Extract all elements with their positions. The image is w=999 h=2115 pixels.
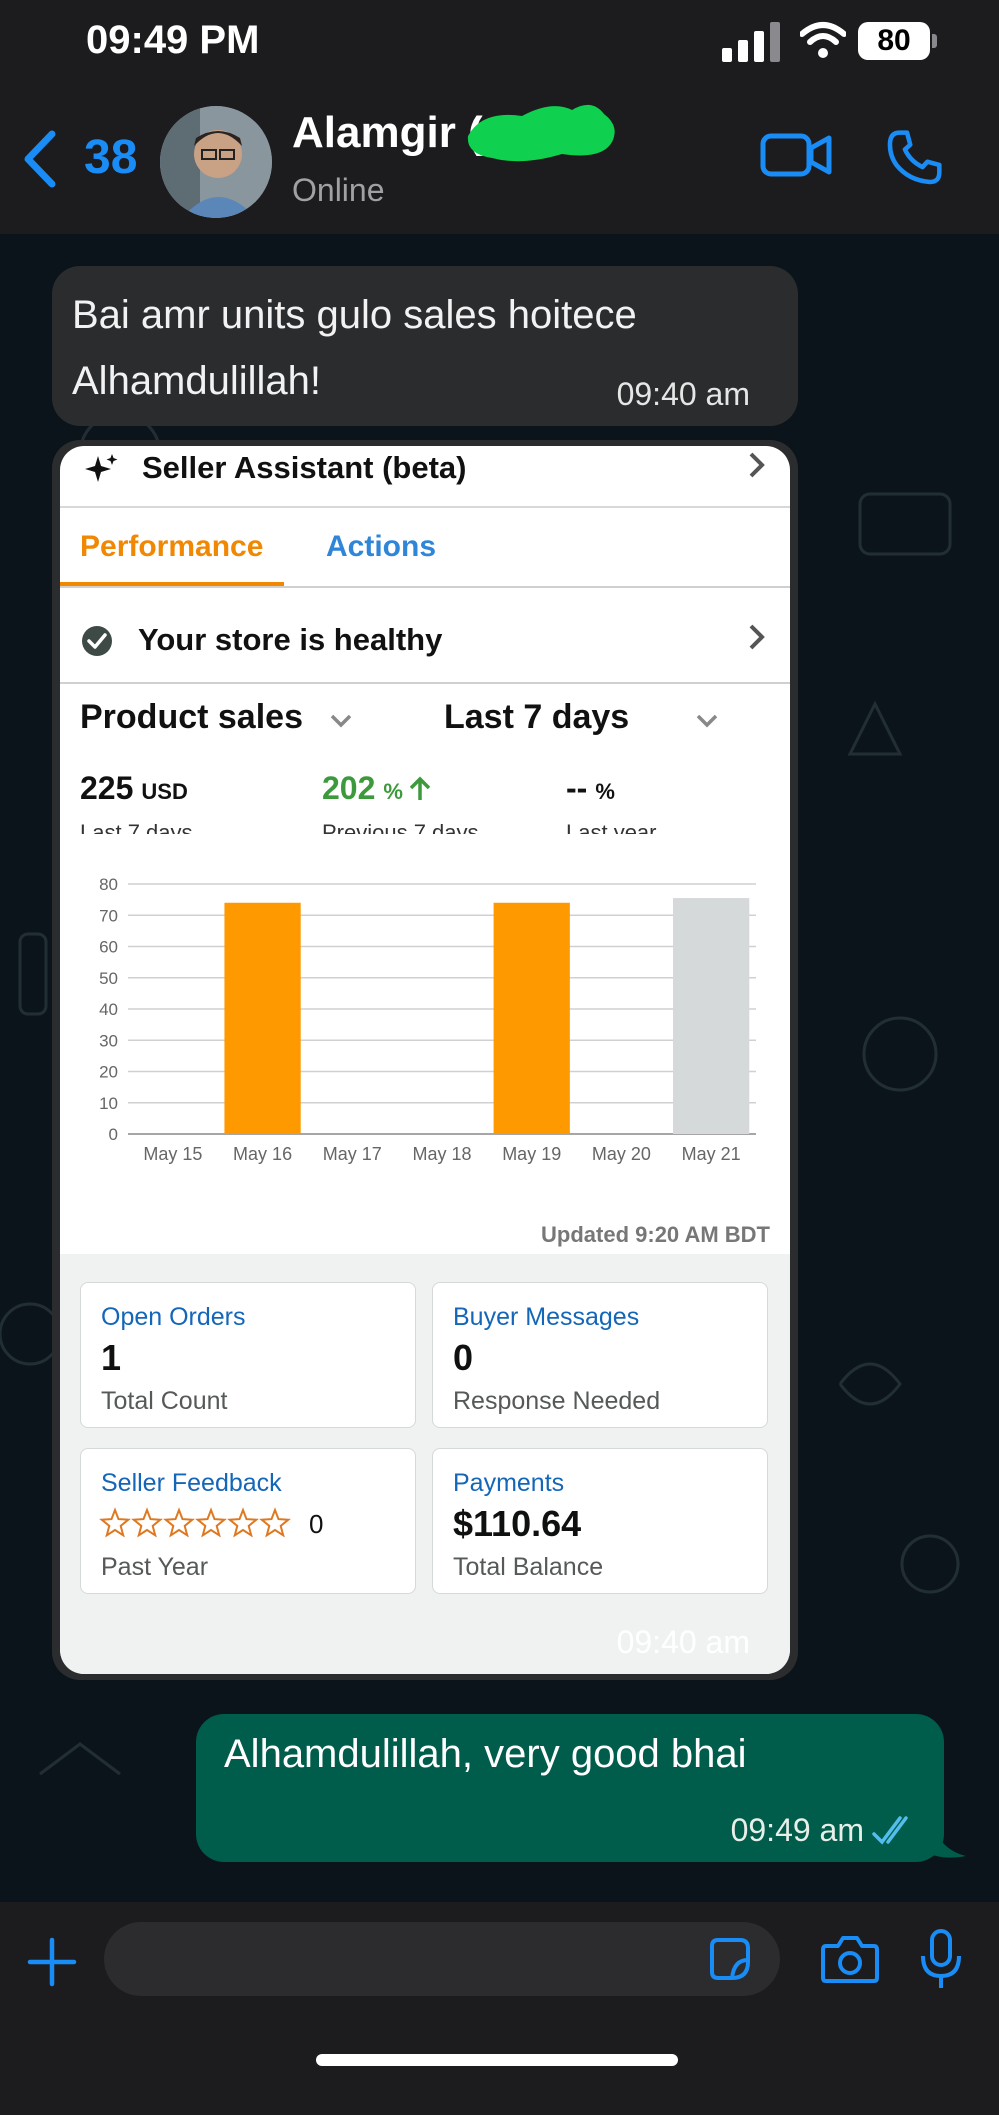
x-tick-label: May 20 xyxy=(592,1144,651,1164)
x-tick-label: May 18 xyxy=(412,1144,471,1164)
unread-count[interactable]: 38 xyxy=(84,130,137,185)
phone-call-icon[interactable] xyxy=(882,126,946,190)
plus-icon[interactable] xyxy=(26,1936,78,1988)
date-range-dropdown[interactable]: Last 7 days xyxy=(444,698,629,737)
seller-assistant-title[interactable]: Seller Assistant (beta) xyxy=(142,446,466,490)
open-orders-card[interactable]: Open Orders 1 Total Count xyxy=(80,1282,416,1428)
sales-bar-chart: 0 10 20 30 40 50 60 70 80 May 15 May 16 May 17 May 1… xyxy=(99,875,756,1164)
x-tick-label: May 16 xyxy=(233,1144,292,1164)
status-time: 09:49 PM xyxy=(86,18,260,62)
y-tick-label: 40 xyxy=(99,1000,118,1019)
chevron-right-icon[interactable] xyxy=(746,622,768,652)
outgoing-message-text: Alhamdulillah, very good bhai xyxy=(224,1732,747,1776)
star-rating-icon xyxy=(99,1507,291,1538)
card-caption: Past Year xyxy=(101,1553,209,1581)
battery-tip xyxy=(932,34,937,48)
incoming-message-time: 09:40 am xyxy=(616,376,750,412)
chevron-left-icon[interactable] xyxy=(22,130,58,188)
sticker-icon[interactable] xyxy=(706,1936,752,1982)
seller-feedback-card[interactable]: Seller Feedback 0 Past Year xyxy=(80,1448,416,1594)
star-icon xyxy=(227,1507,259,1538)
redaction-scribble xyxy=(467,104,615,162)
message-input[interactable] xyxy=(104,1922,780,1996)
arrow-up-icon xyxy=(409,776,431,800)
divider xyxy=(60,682,790,684)
battery-level: 80 xyxy=(877,24,911,57)
product-sales-dropdown[interactable]: Product sales xyxy=(80,698,303,737)
feedback-count: 0 xyxy=(309,1509,324,1539)
presence-status: Online xyxy=(292,172,385,208)
y-tick-label: 10 xyxy=(99,1094,118,1113)
bubble-tail xyxy=(930,1820,966,1858)
star-icon xyxy=(163,1507,195,1538)
star-icon xyxy=(99,1507,131,1538)
star-icon xyxy=(195,1507,227,1538)
card-caption: Response Needed xyxy=(453,1387,661,1415)
divider xyxy=(60,506,790,508)
y-tick-label: 20 xyxy=(99,1063,118,1082)
metric-yoy-value: --% xyxy=(566,770,615,806)
y-tick-label: 50 xyxy=(99,969,118,988)
star-icon xyxy=(259,1507,291,1538)
metric-sales-value: 225 USD xyxy=(80,770,188,806)
card-title: Payments xyxy=(453,1469,565,1497)
card-value: 0 xyxy=(453,1337,474,1378)
card-caption: Total Balance xyxy=(453,1553,604,1581)
card-value: $110.64 xyxy=(453,1503,582,1544)
metric-sales-caption: Last 7 days xyxy=(80,820,193,834)
microphone-icon[interactable] xyxy=(918,1928,964,1992)
avatar[interactable] xyxy=(160,106,272,218)
seller-central-screenshot[interactable]: Seller Assistant (beta) Performance Acti… xyxy=(60,446,790,1674)
card-caption: Total Count xyxy=(101,1387,228,1415)
card-title: Seller Feedback xyxy=(101,1469,282,1497)
y-tick-label: 60 xyxy=(99,938,118,957)
bar-may-21 xyxy=(673,898,750,1134)
sparkle-icon xyxy=(85,454,118,482)
x-tick-label: May 21 xyxy=(682,1144,741,1164)
metric-growth-value: 202% xyxy=(322,770,433,807)
bar-may-16 xyxy=(224,902,301,1134)
buyer-messages-card[interactable]: Buyer Messages 0 Response Needed xyxy=(432,1282,768,1428)
x-tick-label: May 15 xyxy=(143,1144,202,1164)
metric-yoy-caption: Last year xyxy=(566,820,657,834)
updated-timestamp: Updated 9:20 AM BDT xyxy=(541,1222,770,1247)
card-title: Open Orders xyxy=(101,1303,246,1331)
payments-card[interactable]: Payments $110.64 Total Balance xyxy=(432,1448,768,1594)
y-tick-label: 70 xyxy=(99,906,118,925)
image-message-time: 09:40 am xyxy=(616,1624,750,1660)
metric-growth-caption: Previous 7 days xyxy=(322,820,479,834)
store-health-status[interactable]: Your store is healthy xyxy=(138,622,442,658)
star-icon xyxy=(131,1507,163,1538)
tab-actions[interactable]: Actions xyxy=(326,530,436,564)
chevron-down-icon[interactable] xyxy=(328,712,354,730)
outgoing-message-time: 09:49 am xyxy=(730,1812,864,1848)
contact-name[interactable]: Alamgir ( xyxy=(292,108,483,158)
x-tick-label: May 19 xyxy=(502,1144,561,1164)
check-circle-icon xyxy=(82,626,112,656)
x-tick-label: May 17 xyxy=(323,1144,382,1164)
card-value: 1 xyxy=(101,1337,122,1378)
camera-icon[interactable] xyxy=(820,1934,880,1984)
cellular-signal-icon xyxy=(722,22,780,62)
card-title: Buyer Messages xyxy=(453,1303,640,1331)
tab-performance[interactable]: Performance xyxy=(80,530,263,564)
bar-may-19 xyxy=(493,902,570,1134)
divider xyxy=(60,586,790,588)
y-tick-label: 80 xyxy=(99,875,118,894)
video-call-icon[interactable] xyxy=(760,130,832,180)
read-receipt-icon xyxy=(872,1816,908,1845)
chevron-down-icon[interactable] xyxy=(694,712,720,730)
y-tick-label: 30 xyxy=(99,1031,118,1050)
wifi-icon xyxy=(800,22,846,58)
y-tick-label: 0 xyxy=(109,1125,118,1144)
chevron-right-icon[interactable] xyxy=(746,450,768,480)
home-indicator xyxy=(316,2054,678,2066)
